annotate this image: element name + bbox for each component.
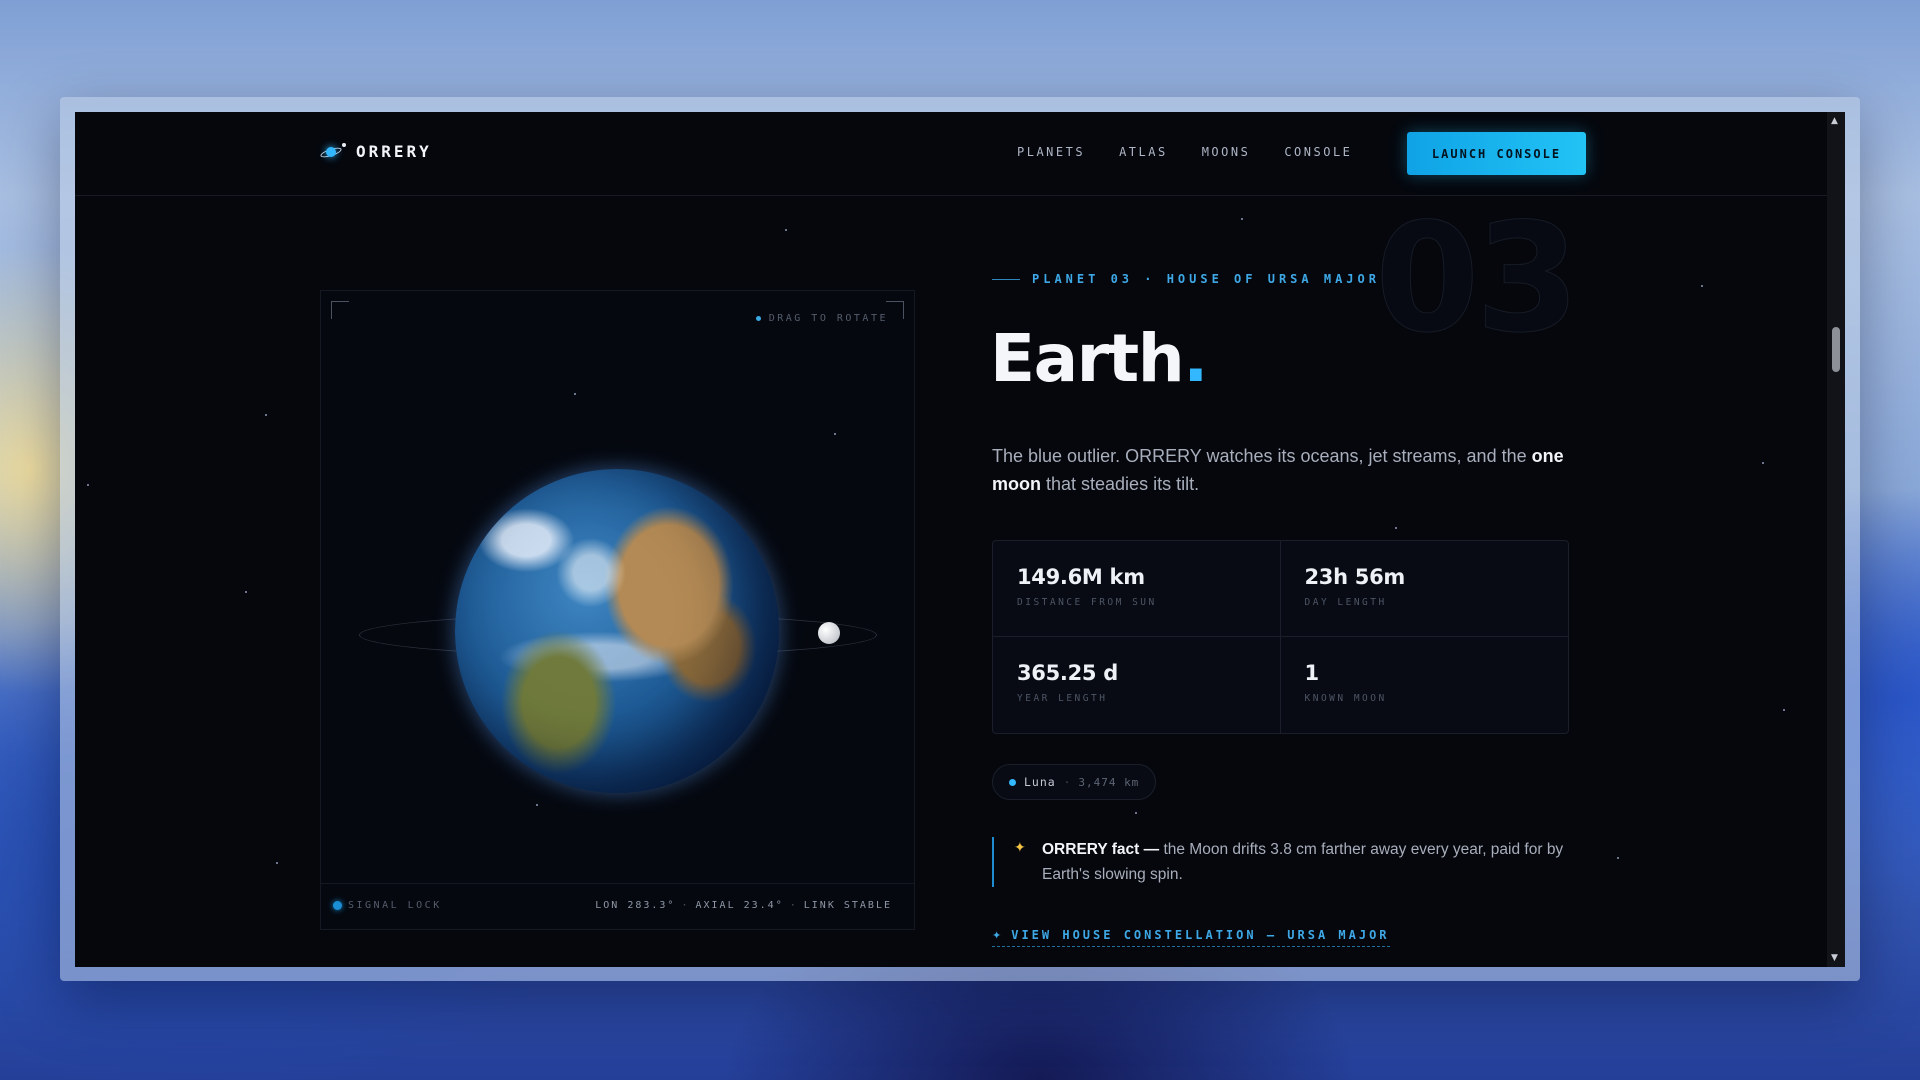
moon-name: Luna	[1024, 775, 1056, 789]
signal-lock: SIGNAL LOCK	[333, 900, 442, 911]
stat-value: 23h 56m	[1304, 565, 1406, 589]
link-status: LINK STABLE	[803, 900, 892, 911]
star	[1135, 812, 1137, 814]
sparkle-icon: ✦	[992, 928, 1002, 942]
nav-link-planets[interactable]: PLANETS	[1017, 145, 1085, 159]
eyebrow-text: PLANET 03 · HOUSE OF URSA MAJOR	[1032, 272, 1380, 286]
planet-name: Earth	[990, 320, 1185, 397]
orrery-logo-icon	[319, 142, 346, 161]
stat-day-length: 23h 56m DAY LENGTH	[1280, 541, 1568, 637]
app-window: ORRERY PLANETS ATLAS MOONS CONSOLE LAUNC…	[75, 112, 1845, 967]
planet-viewer[interactable]: DRAG TO ROTATE SIGNAL LOCK LON 283.3° · AX…	[320, 290, 915, 930]
viewer-corner-bracket	[886, 301, 904, 319]
star	[536, 804, 538, 806]
moon-diameter: 3,474 km	[1078, 775, 1140, 789]
moon-chip-luna[interactable]: Luna · 3,474 km	[992, 764, 1157, 800]
stat-year-length: 365.25 d YEAR LENGTH	[993, 637, 1281, 733]
axial-readout: AXIAL 23.4°	[695, 900, 784, 911]
telemetry-readout: LON 283.3° · AXIAL 23.4° · LINK STABLE	[595, 900, 892, 911]
logo[interactable]: ORRERY	[319, 142, 432, 161]
nav-link-console[interactable]: CONSOLE	[1284, 145, 1352, 159]
stat-value: 365.25 d	[1017, 661, 1118, 685]
moon-sphere[interactable]	[818, 622, 840, 644]
nav-link-atlas[interactable]: ATLAS	[1119, 145, 1168, 159]
planet-index-watermark: 03	[1375, 192, 1581, 367]
stat-label: KNOWN MOON	[1304, 693, 1387, 704]
stat-moons: 1 KNOWN MOON	[1281, 637, 1569, 733]
fact-text: ORRERY fact — the Moon drifts 3.8 cm far…	[1042, 841, 1564, 883]
signal-dot-icon	[333, 901, 342, 910]
planet-title: Earth.	[990, 320, 1208, 397]
star	[265, 414, 267, 416]
fact-lead: ORRERY fact —	[1042, 841, 1160, 858]
arrow-up-icon[interactable]: ▲	[1831, 116, 1838, 126]
nav-links: PLANETS ATLAS MOONS CONSOLE	[1017, 145, 1352, 159]
planet-eyebrow: PLANET 03 · HOUSE OF URSA MAJOR	[992, 272, 1380, 286]
star	[1617, 857, 1619, 859]
earth-globe[interactable]	[455, 469, 779, 793]
stat-label: DISTANCE FROM SUN	[1017, 597, 1157, 608]
eyebrow-rule	[992, 278, 1020, 280]
star	[87, 484, 89, 486]
logo-text: ORRERY	[356, 142, 432, 161]
star	[574, 393, 576, 395]
moon-dot-icon	[1009, 778, 1016, 786]
stat-value: 149.6M km	[1017, 565, 1145, 589]
star	[1783, 709, 1785, 711]
orrery-fact: ✦ ORRERY fact — the Moon drifts 3.8 cm f…	[992, 837, 1582, 887]
star	[834, 433, 836, 435]
longitude-readout: LON 283.3°	[595, 900, 676, 911]
star	[245, 591, 247, 593]
title-accent-dot: .	[1183, 320, 1208, 397]
stat-distance: 149.6M km DISTANCE FROM SUN	[993, 541, 1281, 637]
hint-dot-icon	[755, 316, 761, 321]
planet-stats-grid: 149.6M km DISTANCE FROM SUN 23h 56m DAY …	[992, 540, 1569, 734]
top-nav: ORRERY PLANETS ATLAS MOONS CONSOLE LAUNC…	[75, 112, 1827, 196]
stat-value: 1	[1304, 661, 1320, 685]
viewer-status-bar: SIGNAL LOCK LON 283.3° · AXIAL 23.4° · LINK …	[321, 883, 914, 929]
arrow-down-icon[interactable]: ▼	[1831, 953, 1838, 963]
star	[1241, 218, 1243, 220]
signal-lock-label: SIGNAL LOCK	[348, 900, 442, 911]
launch-console-button[interactable]: LAUNCH CONSOLE	[1407, 132, 1586, 175]
nav-link-moons[interactable]: MOONS	[1202, 145, 1251, 159]
scrollbar-thumb[interactable]	[1832, 327, 1840, 372]
sparkle-icon: ✦	[1014, 840, 1026, 856]
drag-hint-label: DRAG TO ROTATE	[768, 313, 888, 324]
viewer-corner-bracket	[331, 301, 349, 319]
stat-label: DAY LENGTH	[1304, 597, 1387, 608]
star	[1762, 462, 1764, 464]
view-house-constellation-link[interactable]: ✦ VIEW HOUSE CONSTELLATION — URSA MAJOR	[992, 928, 1390, 947]
star	[276, 862, 278, 864]
drag-hint: DRAG TO ROTATE	[755, 313, 888, 324]
stat-label: YEAR LENGTH	[1017, 693, 1108, 704]
star	[1395, 527, 1397, 529]
planet-description: The blue outlier. ORRERY watches its oce…	[992, 446, 1564, 494]
star	[1701, 285, 1703, 287]
house-link-label: VIEW HOUSE CONSTELLATION — URSA MAJOR	[1011, 928, 1390, 942]
star	[785, 229, 787, 231]
page-scrollbar[interactable]: ▲ ▼	[1827, 112, 1845, 967]
